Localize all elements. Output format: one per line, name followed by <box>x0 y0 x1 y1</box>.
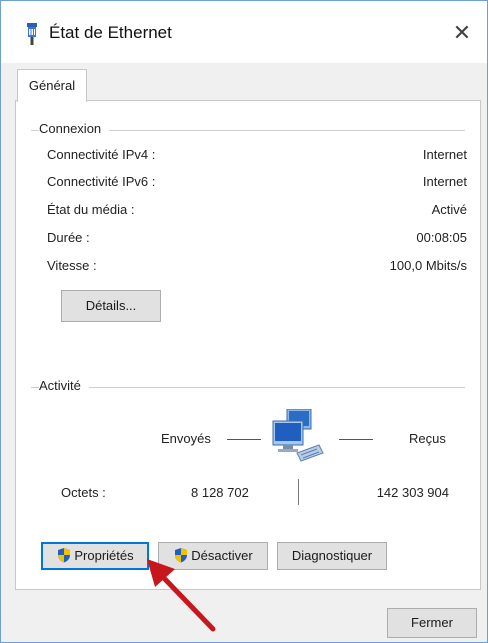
ipv6-value: Internet <box>422 174 467 189</box>
received-label: Reçus <box>409 431 446 446</box>
details-button[interactable]: Détails... <box>61 290 161 322</box>
ipv4-row: Connectivité IPv4 : Internet <box>47 147 467 167</box>
close-icon[interactable]: ✕ <box>445 17 479 49</box>
speed-label: Vitesse : <box>47 258 97 273</box>
sent-dash <box>227 439 261 440</box>
bytes-label: Octets : <box>61 485 106 500</box>
duration-row: Durée : 00:08:05 <box>47 230 467 250</box>
speed-row: Vitesse : 100,0 Mbits/s <box>47 258 467 278</box>
activite-header: Activité <box>39 378 89 393</box>
bytes-sent-value: 8 128 702 <box>191 485 249 500</box>
ethernet-status-window: État de Ethernet ✕ Général Connexion Con… <box>0 0 488 643</box>
red-arrow-annotation <box>147 559 216 632</box>
properties-button[interactable]: Propriétés <box>41 542 149 570</box>
tab-general[interactable]: Général <box>17 69 87 102</box>
bytes-received-value: 142 303 904 <box>376 485 449 500</box>
uac-shield-icon <box>58 548 71 563</box>
received-dash <box>339 439 373 440</box>
activite-separator <box>31 387 465 388</box>
diagnose-button[interactable]: Diagnostiquer <box>277 542 387 570</box>
properties-label: Propriétés <box>74 548 134 563</box>
duration-value: 00:08:05 <box>416 230 467 245</box>
media-state-label: État du média : <box>47 202 135 217</box>
media-state-value: Activé <box>431 202 467 217</box>
title-bar: État de Ethernet ✕ <box>1 1 487 63</box>
connexion-header: Connexion <box>39 121 110 136</box>
ethernet-plug-icon <box>27 23 37 45</box>
ipv6-row: Connectivité IPv6 : Internet <box>47 174 467 194</box>
media-state-row: État du média : Activé <box>47 202 467 222</box>
network-activity-icon <box>272 409 324 462</box>
duration-label: Durée : <box>47 230 90 245</box>
ipv4-value: Internet <box>422 147 467 162</box>
bytes-divider <box>298 479 299 505</box>
close-button[interactable]: Fermer <box>387 608 477 638</box>
ipv4-label: Connectivité IPv4 : <box>47 147 156 162</box>
ipv6-label: Connectivité IPv6 : <box>47 174 156 189</box>
sent-label: Envoyés <box>161 431 211 446</box>
speed-value: 100,0 Mbits/s <box>389 258 467 273</box>
window-title: État de Ethernet <box>49 23 172 42</box>
